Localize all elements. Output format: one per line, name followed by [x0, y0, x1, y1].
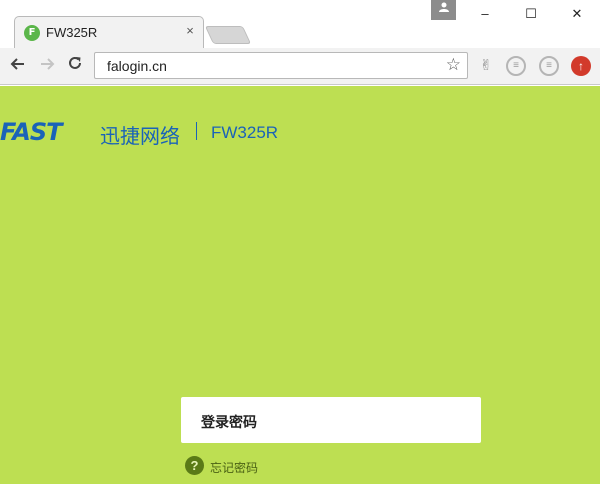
title-bar: F FW325R × – ☐ ✕: [0, 0, 600, 48]
forward-button[interactable]: [35, 54, 59, 78]
address-bar[interactable]: falogin.cn ☆: [94, 52, 468, 79]
password-input[interactable]: 登录密码: [181, 397, 481, 443]
address-text: falogin.cn: [107, 58, 167, 74]
star-icon[interactable]: ☆: [446, 55, 461, 75]
forgot-password-text: 忘记密码: [210, 461, 259, 475]
extension-icon-2[interactable]: ≡: [506, 56, 526, 76]
router-login-page: FAST 迅捷网络 FW325R 登录密码 ? 忘记密码: [0, 86, 600, 484]
tab-close-icon[interactable]: ×: [182, 22, 198, 40]
router-model: FW325R: [211, 123, 279, 142]
password-label: 登录密码: [201, 415, 257, 431]
fast-logo: FAST: [0, 118, 63, 146]
reload-button[interactable]: [63, 54, 87, 78]
minimize-button[interactable]: –: [462, 0, 508, 28]
maximize-button[interactable]: ☐: [508, 0, 554, 28]
extension-icon-4[interactable]: ↑: [571, 56, 591, 76]
profile-icon[interactable]: [431, 0, 456, 20]
extension-icon-3[interactable]: ≡: [539, 56, 559, 76]
extension-icon-1[interactable]: ✌: [476, 56, 496, 76]
reload-icon: [69, 56, 81, 69]
browser-toolbar: falogin.cn ☆ ✌ ≡ ≡ ↑: [0, 48, 600, 85]
tab-title: FW325R: [46, 25, 98, 40]
arrow-left-icon: [10, 58, 24, 70]
arrow-right-icon: [41, 58, 55, 70]
browser-tab[interactable]: F FW325R ×: [14, 16, 204, 49]
question-icon: ?: [185, 456, 204, 475]
brand-chinese-name: 迅捷网络: [100, 124, 180, 148]
favicon-icon: F: [24, 25, 40, 41]
close-window-button[interactable]: ✕: [554, 0, 600, 28]
back-button[interactable]: [6, 54, 30, 78]
new-tab-button[interactable]: [204, 26, 252, 44]
brand-separator: [196, 122, 197, 140]
